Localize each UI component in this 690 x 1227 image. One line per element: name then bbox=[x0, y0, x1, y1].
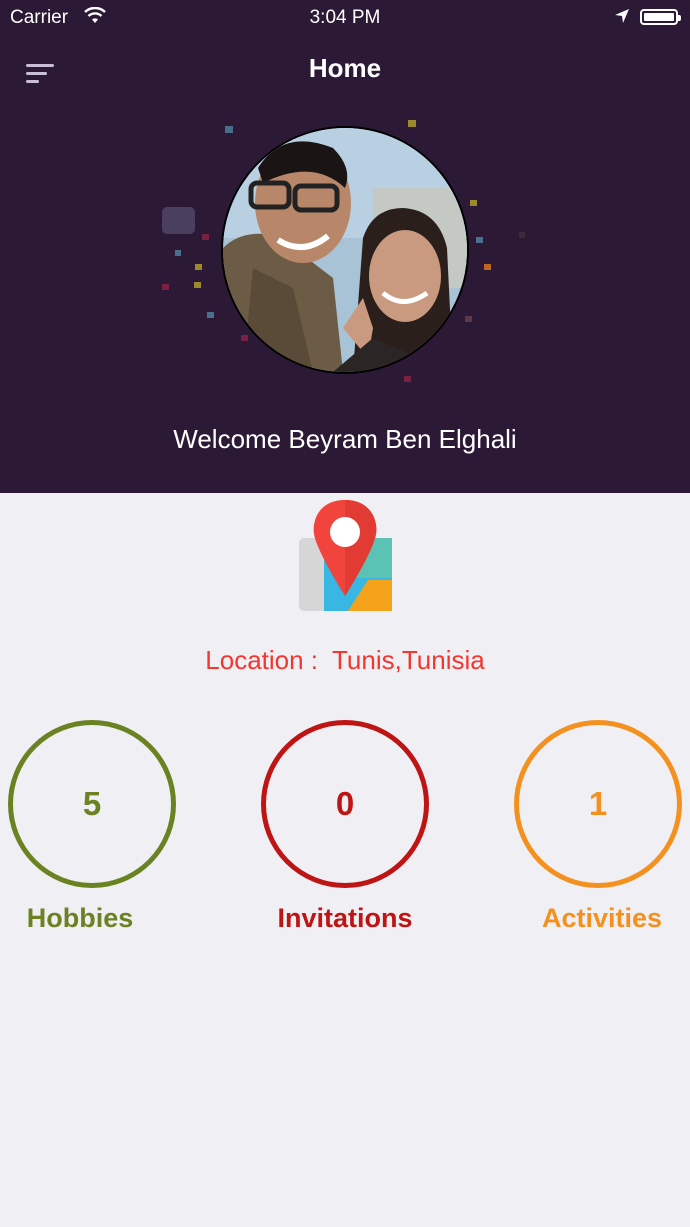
hobbies-label[interactable]: Hobbies bbox=[0, 903, 180, 934]
map-pin-icon bbox=[298, 500, 394, 616]
profile-header: Carrier 3:04 PM Home Welcome Beyram Ben … bbox=[0, 0, 690, 493]
welcome-message: Welcome Beyram Ben Elghali bbox=[173, 424, 517, 454]
location-value: Tunis,Tunisia bbox=[332, 645, 485, 675]
invitations-count: 0 bbox=[335, 785, 355, 822]
invitations-count-circle[interactable]: 0 bbox=[261, 720, 429, 888]
hobbies-count-circle[interactable]: 5 bbox=[8, 720, 176, 888]
location-label: Location : bbox=[205, 645, 319, 675]
location-text: Location : Tunis,Tunisia bbox=[0, 645, 690, 676]
activities-label[interactable]: Activities bbox=[502, 903, 690, 934]
profile-avatar[interactable] bbox=[221, 126, 469, 374]
activities-count: 1 bbox=[588, 785, 608, 822]
activities-count-circle[interactable]: 1 bbox=[514, 720, 682, 888]
hobbies-count: 5 bbox=[82, 785, 102, 822]
invitations-label[interactable]: Invitations bbox=[245, 903, 445, 934]
